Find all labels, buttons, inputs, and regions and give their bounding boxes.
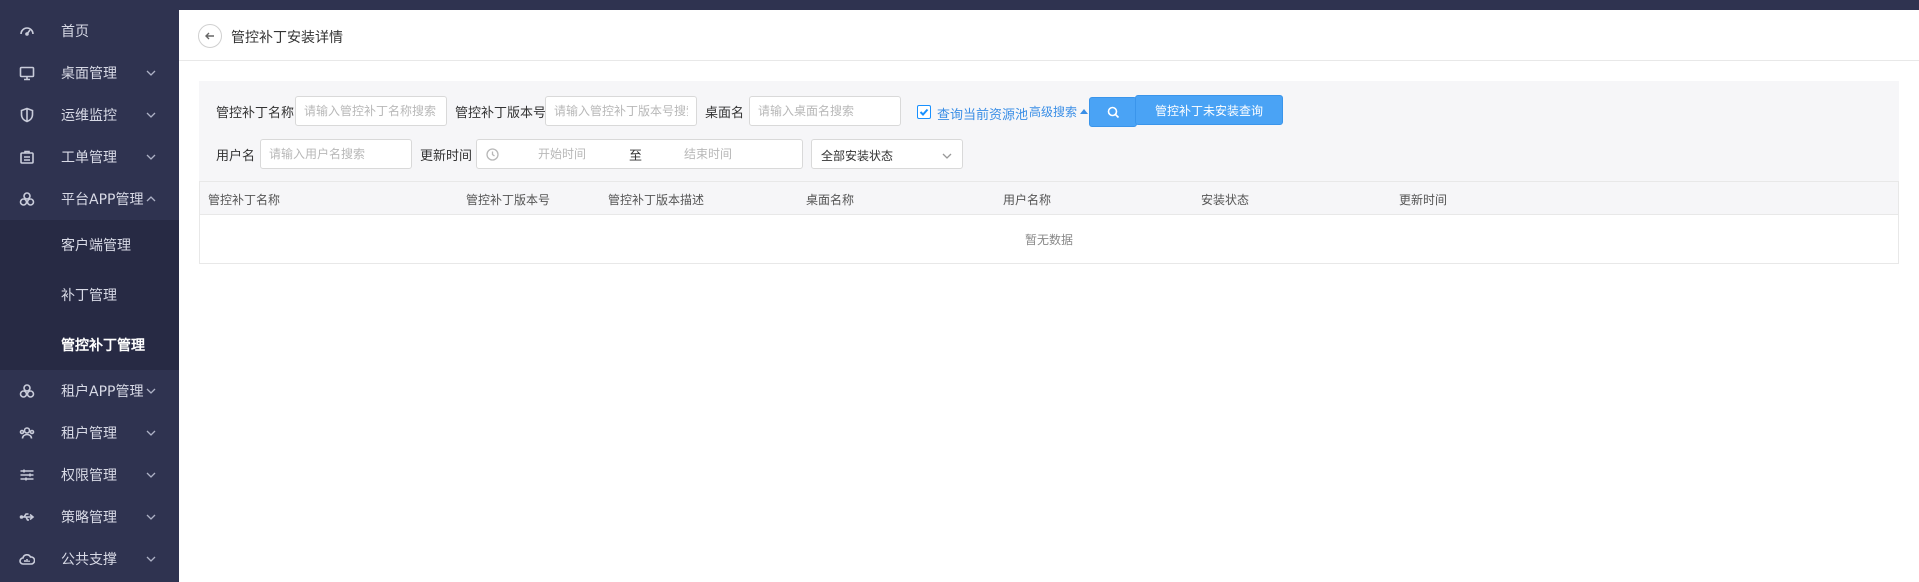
sidebar-item-tenant-app[interactable]: 租户APP管理 <box>0 370 179 412</box>
empty-state: 暂无数据 <box>1024 232 1073 247</box>
sidebar-item-platform-app[interactable]: 平台APP管理 <box>0 178 179 220</box>
username-label: 用户名 <box>216 149 256 164</box>
not-installed-query-button[interactable]: 管控补丁未安装查询 <box>1135 95 1283 125</box>
chevron-down-icon <box>146 511 156 521</box>
chevron-down-icon <box>146 109 156 119</box>
install-status-value: 全部安装状态 <box>821 149 894 163</box>
top-strip <box>179 0 1919 10</box>
sidebar-item-label: 工单管理 <box>61 150 117 166</box>
apps-icon <box>18 190 36 208</box>
sidebar-subitem-control-patch[interactable]: 管控补丁管理 <box>0 320 179 370</box>
back-button[interactable] <box>198 24 222 48</box>
sliders-icon <box>18 466 36 484</box>
sidebar-item-ops-monitor[interactable]: 运维监控 <box>0 94 179 136</box>
patch-name-label: 管控补丁名称 <box>216 106 295 121</box>
platform-app-submenu: 客户端管理 补丁管理 管控补丁管理 <box>0 220 179 370</box>
column-header: 更新时间 <box>1399 193 1448 207</box>
end-time-input[interactable] <box>645 144 771 164</box>
dashboard-icon <box>18 22 36 40</box>
page-header: 管控补丁安装详情 <box>179 10 1919 61</box>
range-separator: 至 <box>629 149 643 164</box>
search-icon <box>1107 106 1119 118</box>
column-header: 管控补丁名称 <box>208 193 281 207</box>
sidebar-item-public-support[interactable]: 公共支撑 <box>0 538 179 580</box>
desktop-name-input[interactable] <box>749 96 901 126</box>
clock-icon <box>486 148 499 161</box>
page-title: 管控补丁安装详情 <box>231 30 343 46</box>
cloud-icon <box>18 550 36 568</box>
patch-name-input[interactable] <box>295 96 447 126</box>
sidebar-item-tenants[interactable]: 租户管理 <box>0 412 179 454</box>
patch-version-label: 管控补丁版本号 <box>455 106 547 121</box>
caret-up-icon <box>1080 109 1089 114</box>
sidebar-item-label: 租户管理 <box>61 426 117 442</box>
sidebar-item-policies[interactable]: 策略管理 <box>0 496 179 538</box>
search-button[interactable] <box>1089 97 1137 127</box>
sidebar-item-permissions[interactable]: 权限管理 <box>0 454 179 496</box>
main-content: 管控补丁安装详情 管控补丁名称 管控补丁版本号 桌面名 查询当前资源池 高级搜索… <box>179 10 1919 582</box>
sidebar-subitem-label: 补丁管理 <box>61 288 117 304</box>
chevron-down-icon <box>146 151 156 161</box>
apps-icon <box>18 382 36 400</box>
sidebar-item-label: 策略管理 <box>61 510 117 526</box>
sidebar: 首页 桌面管理 运维监控 工单管理 平台APP管理 客户端管理 补丁管理 管控补… <box>0 0 179 582</box>
current-pool-label[interactable]: 查询当前资源池 <box>937 104 1028 123</box>
sidebar-item-label: 平台APP管理 <box>61 192 144 208</box>
chevron-down-icon <box>146 427 156 437</box>
sidebar-item-home[interactable]: 首页 <box>0 10 179 52</box>
username-input[interactable] <box>260 139 412 169</box>
sidebar-item-label: 首页 <box>61 24 89 40</box>
update-time-range[interactable]: 至 <box>476 139 803 169</box>
table-header: 管控补丁名称 管控补丁版本号 管控补丁版本描述 桌面名称 用户名称 安装状态 更… <box>200 182 1898 215</box>
install-status-select[interactable]: 全部安装状态 <box>811 139 963 169</box>
monitor-icon <box>18 64 36 82</box>
start-time-input[interactable] <box>499 144 625 164</box>
chevron-down-icon <box>146 469 156 479</box>
sidebar-subitem-client[interactable]: 客户端管理 <box>0 220 179 270</box>
column-header: 用户名称 <box>1003 193 1052 207</box>
patch-version-input[interactable] <box>545 96 697 126</box>
column-header: 管控补丁版本描述 <box>608 193 705 207</box>
install-detail-table: 管控补丁名称 管控补丁版本号 管控补丁版本描述 桌面名称 用户名称 安装状态 更… <box>199 181 1899 264</box>
sidebar-item-desktop[interactable]: 桌面管理 <box>0 52 179 94</box>
usb-icon <box>18 508 36 526</box>
sidebar-subitem-label: 客户端管理 <box>61 238 131 254</box>
sidebar-item-label: 公共支撑 <box>61 552 117 568</box>
column-header: 桌面名称 <box>806 193 855 207</box>
arrow-left-icon <box>205 32 214 40</box>
users-icon <box>18 424 36 442</box>
current-pool-checkbox[interactable] <box>917 105 931 119</box>
chevron-down-icon <box>146 67 156 77</box>
advanced-search-link[interactable]: 高级搜索 <box>1029 103 1089 120</box>
sidebar-item-label: 桌面管理 <box>61 66 117 82</box>
chevron-down-icon <box>146 553 156 563</box>
sidebar-item-label: 租户APP管理 <box>61 384 144 400</box>
shield-icon <box>18 106 36 124</box>
sidebar-subitem-patch[interactable]: 补丁管理 <box>0 270 179 320</box>
check-icon <box>919 108 929 116</box>
column-header: 管控补丁版本号 <box>466 193 551 207</box>
ticket-icon <box>18 148 36 166</box>
chevron-down-icon <box>146 385 156 395</box>
column-header: 安装状态 <box>1201 193 1250 207</box>
advanced-search-label: 高级搜索 <box>1029 105 1078 119</box>
sidebar-subitem-label: 管控补丁管理 <box>61 338 145 354</box>
desktop-name-label: 桌面名 <box>705 106 745 121</box>
sidebar-item-tickets[interactable]: 工单管理 <box>0 136 179 178</box>
chevron-up-icon <box>146 193 156 203</box>
sidebar-item-label: 权限管理 <box>61 468 117 484</box>
sidebar-item-label: 运维监控 <box>61 108 117 124</box>
update-time-label: 更新时间 <box>420 149 473 164</box>
chevron-down-icon <box>942 150 952 160</box>
